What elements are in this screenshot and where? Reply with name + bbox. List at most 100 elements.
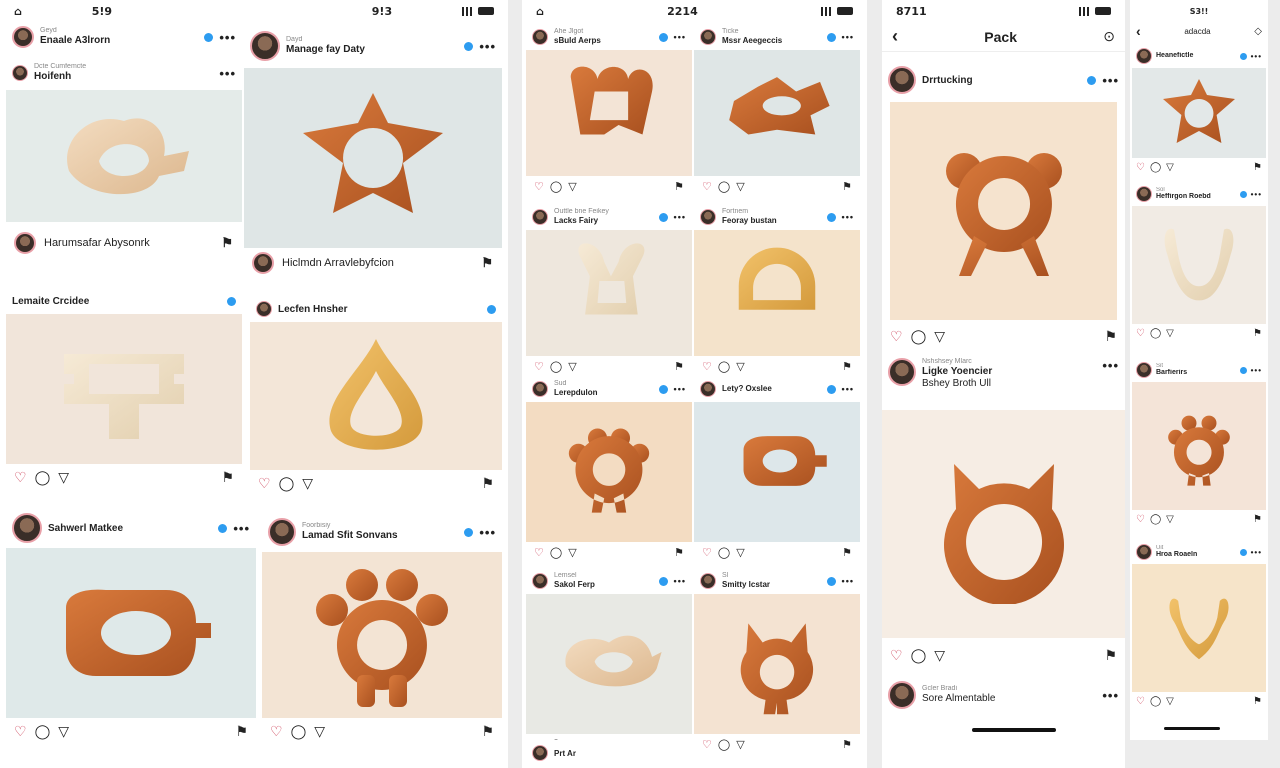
avatar[interactable] (1136, 48, 1152, 64)
bookmark-icon[interactable]: ⚑ (674, 360, 684, 373)
bookmark-icon[interactable]: ⚑ (674, 546, 684, 559)
bookmark-icon[interactable]: ⚑ (1104, 328, 1117, 345)
post-image[interactable] (694, 230, 860, 356)
post-image[interactable] (882, 410, 1125, 638)
username[interactable]: Prt Ar (554, 749, 686, 758)
comment-icon[interactable]: ◯ (718, 360, 730, 373)
share-icon[interactable]: ▽ (568, 180, 576, 193)
bookmark-icon[interactable]: ⚑ (842, 738, 852, 751)
bookmark-icon[interactable]: ⚑ (221, 235, 234, 251)
comment-icon[interactable]: ◯ (911, 647, 927, 664)
comment-icon[interactable]: ◯ (1150, 328, 1161, 339)
share-icon[interactable]: ▽ (1166, 514, 1174, 525)
bookmark-icon[interactable]: ⚑ (481, 723, 494, 740)
share-icon[interactable]: ▽ (58, 469, 69, 486)
post-image[interactable] (1132, 382, 1266, 510)
more-options-button[interactable]: ••• (674, 384, 686, 394)
post-image[interactable] (250, 322, 502, 470)
username[interactable]: Sore Almentable (922, 693, 1096, 705)
comment-icon[interactable]: ◯ (550, 180, 562, 193)
username[interactable]: Lacks Fairy (554, 216, 650, 225)
avatar[interactable] (268, 518, 296, 546)
heart-icon[interactable]: ♡ (270, 723, 283, 740)
avatar[interactable] (888, 358, 916, 386)
post-image[interactable] (526, 230, 692, 356)
more-options-button[interactable]: ••• (674, 576, 686, 586)
username[interactable]: Hroa Roaeln (1156, 551, 1233, 559)
post-image[interactable] (526, 594, 692, 734)
comment-icon[interactable]: ◯ (1150, 696, 1161, 707)
share-icon[interactable]: ▽ (568, 360, 576, 373)
username[interactable]: Feoray bustan (722, 216, 818, 225)
avatar[interactable] (532, 29, 548, 45)
bookmark-icon[interactable]: ⚑ (1253, 328, 1262, 339)
avatar[interactable] (700, 209, 716, 225)
comment-icon[interactable]: ◯ (35, 723, 51, 740)
more-options-button[interactable]: ••• (1251, 548, 1262, 557)
more-options-button[interactable]: ••• (219, 30, 236, 45)
more-options-button[interactable]: ••• (842, 212, 854, 222)
avatar[interactable] (700, 381, 716, 397)
share-icon[interactable]: ▽ (736, 546, 744, 559)
bookmark-icon[interactable]: ⚑ (674, 180, 684, 193)
avatar[interactable] (532, 573, 548, 589)
heart-icon[interactable]: ♡ (702, 180, 712, 193)
post-image[interactable] (526, 402, 692, 542)
username[interactable]: Drrtucking (922, 75, 1078, 86)
username[interactable]: Lerepdulon (554, 388, 650, 397)
more-options-button[interactable]: ••• (479, 525, 496, 540)
avatar[interactable] (12, 513, 42, 543)
heart-icon[interactable]: ♡ (14, 469, 27, 486)
username[interactable]: Heanefictle (1156, 52, 1233, 60)
comment-icon[interactable]: ◯ (35, 469, 51, 486)
post-image[interactable] (694, 402, 860, 542)
avatar[interactable] (12, 26, 34, 48)
username[interactable]: Enaale A3lrorn (40, 35, 195, 47)
avatar[interactable] (1136, 544, 1152, 560)
more-options-button[interactable]: ••• (842, 576, 854, 586)
comment-icon[interactable]: ◯ (550, 546, 562, 559)
bookmark-icon[interactable]: ⚑ (235, 723, 248, 740)
avatar[interactable] (1136, 362, 1152, 378)
heart-icon[interactable]: ♡ (14, 723, 27, 740)
comment-icon[interactable]: ◯ (279, 475, 295, 492)
bookmark-icon[interactable]: ⚑ (1253, 162, 1262, 173)
share-icon[interactable]: ▽ (568, 546, 576, 559)
bookmark-icon[interactable]: ⚑ (1253, 696, 1262, 707)
compass-icon[interactable]: ⊙ (1103, 28, 1115, 45)
share-icon[interactable]: ▽ (934, 328, 945, 345)
avatar[interactable] (256, 301, 272, 317)
username[interactable]: Lemaite Crcidee (12, 296, 218, 307)
more-options-button[interactable]: ••• (674, 212, 686, 222)
comment-icon[interactable]: ◯ (291, 723, 307, 740)
avatar[interactable] (700, 29, 716, 45)
post-image[interactable] (890, 102, 1117, 320)
more-options-button[interactable]: ••• (842, 32, 854, 42)
comment-icon[interactable]: ◯ (1150, 162, 1161, 173)
avatar[interactable] (532, 209, 548, 225)
bookmark-icon[interactable]: ⚑ (842, 360, 852, 373)
comment-icon[interactable]: ◯ (550, 360, 562, 373)
heart-icon[interactable]: ♡ (702, 546, 712, 559)
post-image[interactable] (526, 50, 692, 176)
comment-icon[interactable]: ◯ (718, 738, 730, 751)
more-options-button[interactable]: ••• (1251, 52, 1262, 61)
more-options-button[interactable]: ••• (842, 384, 854, 394)
username[interactable]: Hoifenh (34, 71, 213, 83)
username[interactable]: Heffirgon Roebd (1156, 193, 1233, 201)
avatar[interactable] (1136, 186, 1152, 202)
more-options-button[interactable]: ••• (1251, 190, 1262, 199)
avatar[interactable] (532, 745, 548, 761)
post-image[interactable] (1132, 206, 1266, 324)
post-image[interactable] (1132, 68, 1266, 158)
comment-icon[interactable]: ◯ (718, 180, 730, 193)
heart-icon[interactable]: ♡ (702, 738, 712, 751)
heart-icon[interactable]: ♡ (1136, 328, 1145, 339)
bookmark-icon[interactable]: ⚑ (221, 469, 234, 486)
more-options-button[interactable]: ••• (479, 39, 496, 54)
more-options-button[interactable]: ••• (1102, 358, 1119, 373)
avatar[interactable] (252, 252, 274, 274)
username[interactable]: Mssr Aeegeccis (722, 36, 818, 45)
username[interactable]: Smitty lcstar (722, 580, 818, 589)
heart-icon[interactable]: ♡ (258, 475, 271, 492)
